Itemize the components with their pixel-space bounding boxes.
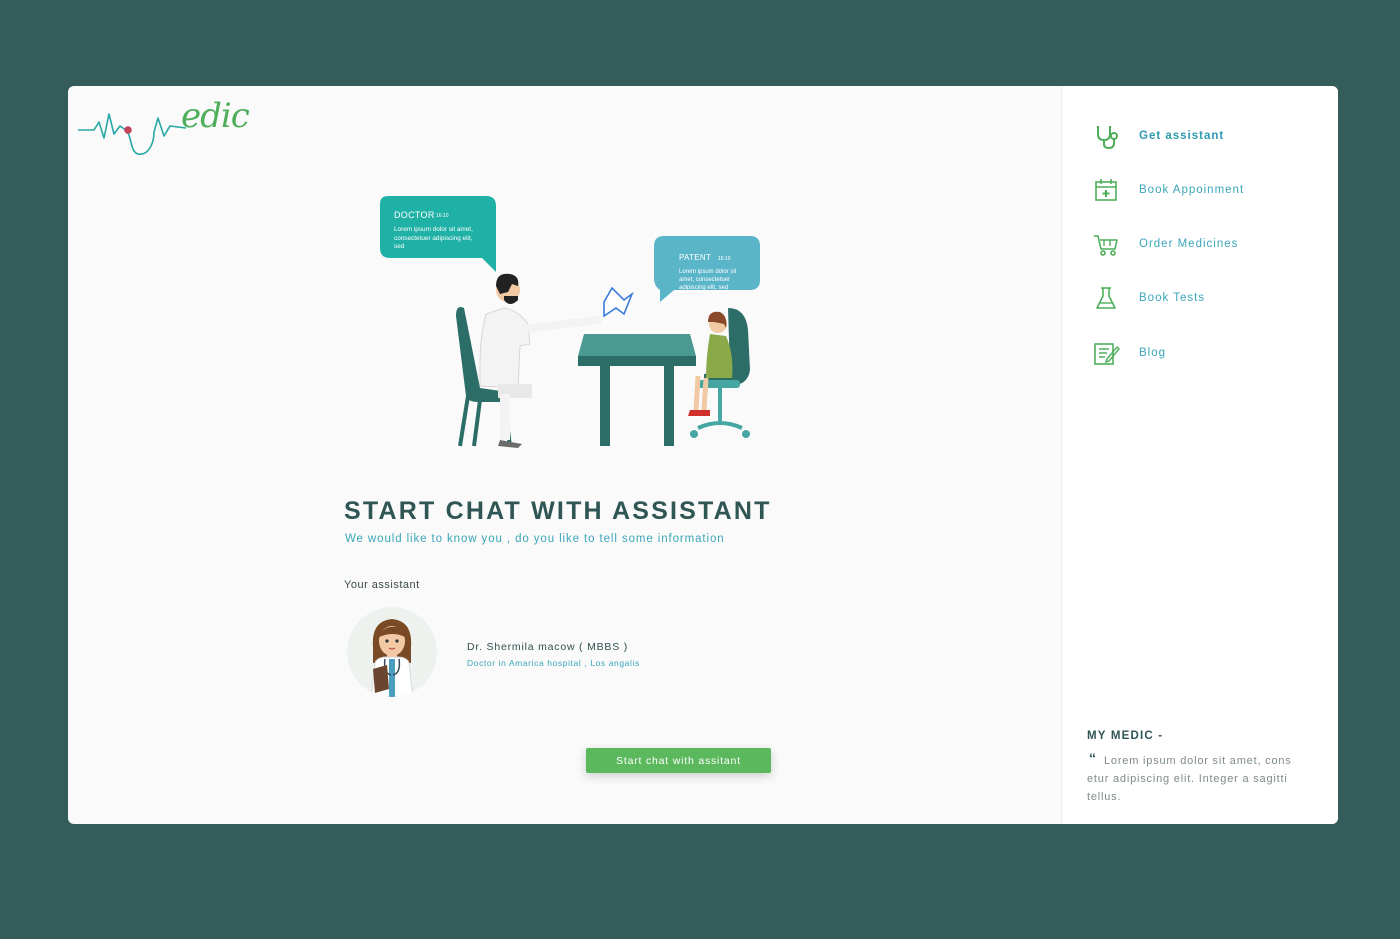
patient-bubble-message: Lorem ipsum dolor sit amet, consectetuer… (679, 269, 737, 291)
main-card: edic DOCTOR 16:10 Lorem ipsum dolor sit … (68, 86, 1338, 824)
sidebar: Get assistant Book Appoinment Order Medi… (1061, 86, 1338, 824)
page-subtitle: We would like to know you , do you like … (345, 533, 725, 545)
sidebar-item-label: Blog (1139, 347, 1167, 359)
doctor-bubble-time: 16:10 (436, 213, 449, 219)
sidebar-item-label: Book Appoinment (1139, 184, 1245, 196)
sidebar-item-label: Order Medicines (1139, 238, 1239, 250)
sidebar-item-book-tests[interactable]: Book Tests (1092, 283, 1322, 313)
sidebar-item-label: Book Tests (1139, 292, 1206, 304)
sidebar-item-order-medicines[interactable]: Order Medicines (1092, 229, 1322, 259)
blog-icon (1094, 343, 1120, 365)
doctor-bubble-title: DOCTOR (394, 210, 435, 220)
assistant-name: Dr. Shermila macow ( MBBS ) (467, 641, 629, 653)
brand-quote: Lorem ipsum dolor sit amet, cons etur ad… (1087, 755, 1292, 803)
assistant-description: Doctor in Amarica hospital , Los angalis (467, 658, 640, 668)
patient-bubble-time: 16:10 (718, 256, 731, 262)
sidebar-item-get-assistant[interactable]: Get assistant (1092, 121, 1322, 151)
flask-icon (1096, 287, 1116, 309)
doctor-bubble-message: Lorem ipsum dolor sit amet, consectetuer… (394, 226, 473, 250)
patient-bubble-title: PATENT (679, 253, 712, 262)
assistant-label: Your assistant (344, 579, 420, 591)
calendar-icon (1095, 179, 1117, 201)
logo-heartbeat-icon (78, 113, 186, 155)
page-title: START CHAT WITH ASSISTANT (344, 497, 772, 525)
start-chat-button[interactable]: Start chat with assitant (586, 748, 771, 773)
cart-icon (1094, 235, 1118, 256)
stethoscope-icon (1097, 126, 1118, 150)
sidebar-item-book-appointment[interactable]: Book Appoinment (1092, 175, 1322, 205)
assistant-avatar (347, 607, 437, 697)
sidebar-item-label: Get assistant (1139, 130, 1225, 142)
logo-text: edic (181, 96, 250, 136)
sidebar-item-blog[interactable]: Blog (1092, 338, 1322, 368)
brand-title: MY MEDIC - (1087, 730, 1164, 742)
